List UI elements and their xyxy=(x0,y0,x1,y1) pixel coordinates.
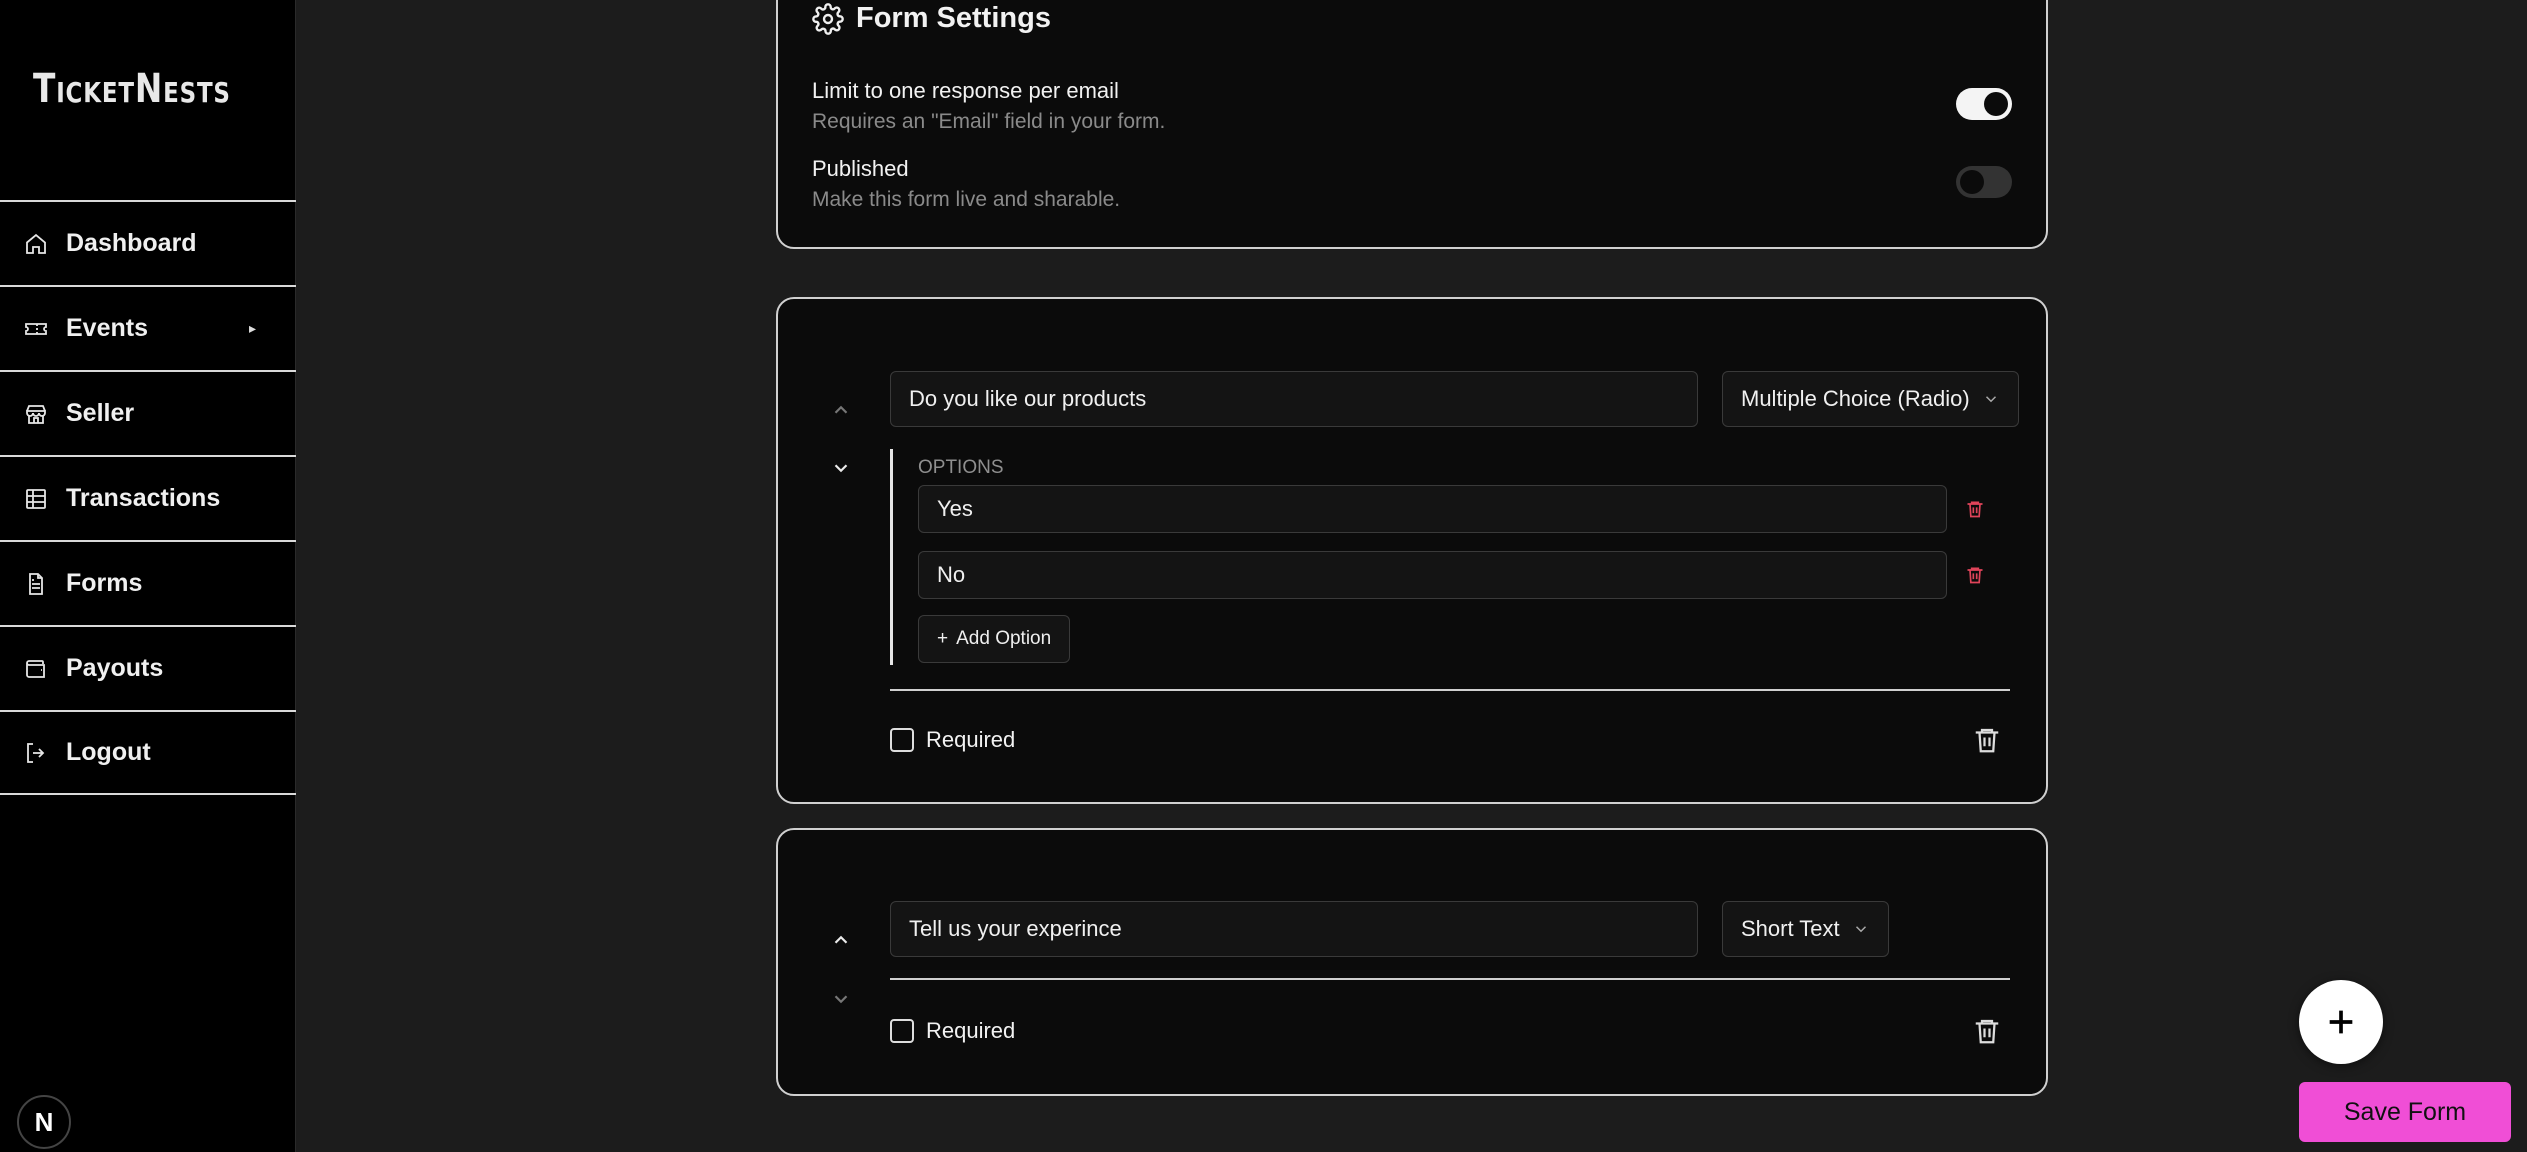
sidebar-item-label: Events xyxy=(66,314,148,342)
sidebar-item-label: Transactions xyxy=(66,484,221,512)
sidebar-item-label: Seller xyxy=(66,399,135,427)
sidebar-nav: Dashboard Events ▸ Seller Transactions F… xyxy=(0,200,296,795)
setting-label: Published xyxy=(812,156,909,181)
required-checkbox-row[interactable]: Required xyxy=(890,727,1015,753)
form-settings-card: Form Settings Limit to one response per … xyxy=(776,0,2048,249)
framework-badge[interactable]: N xyxy=(17,1095,71,1149)
question-divider xyxy=(890,978,2010,980)
options-heading: OPTIONS xyxy=(918,457,1004,478)
setting-published: Published Make this form live and sharab… xyxy=(812,156,1120,212)
setting-label: Limit to one response per email xyxy=(812,78,1119,103)
required-label: Required xyxy=(926,727,1016,752)
required-label: Required xyxy=(926,1018,1016,1043)
sidebar-item-payouts[interactable]: Payouts xyxy=(0,625,296,710)
form-settings-title: Form Settings xyxy=(856,2,1051,34)
sidebar-item-transactions[interactable]: Transactions xyxy=(0,455,296,540)
setting-description: Requires an "Email" field in your form. xyxy=(812,110,1166,133)
table-icon xyxy=(26,488,46,509)
question-type-select[interactable]: Short Text xyxy=(1722,901,1889,957)
question-type-value: Multiple Choice (Radio) xyxy=(1741,386,1970,411)
sidebar-item-label: Payouts xyxy=(66,654,164,682)
file-text-icon xyxy=(29,572,43,595)
move-down-chevron-icon[interactable] xyxy=(830,988,852,1010)
sidebar-item-events[interactable]: Events ▸ xyxy=(0,285,296,370)
option-input[interactable]: Yes xyxy=(918,485,1947,533)
required-checkbox[interactable] xyxy=(890,1019,914,1043)
wallet-icon xyxy=(26,659,45,678)
required-checkbox[interactable] xyxy=(890,728,914,752)
required-checkbox-row[interactable]: Required xyxy=(890,1018,1015,1044)
move-down-chevron-icon[interactable] xyxy=(830,457,852,479)
setting-limit-one-response: Limit to one response per email Requires… xyxy=(812,78,1165,134)
sidebar-item-forms[interactable]: Forms xyxy=(0,540,296,625)
question-card: Do you like our products Multiple Choice… xyxy=(776,297,2048,804)
home-icon xyxy=(26,233,46,254)
log-out-icon xyxy=(27,742,45,763)
sidebar-item-label: Logout xyxy=(66,738,151,766)
question-title-input[interactable]: Tell us your experince xyxy=(890,901,1698,957)
submenu-arrow-icon[interactable]: ▸ xyxy=(249,320,256,337)
sidebar-item-seller[interactable]: Seller xyxy=(0,370,296,455)
add-option-button[interactable]: + Add Option xyxy=(918,615,1071,663)
plus-icon xyxy=(2329,1010,2353,1034)
delete-question-trash-icon[interactable] xyxy=(1972,1016,2002,1046)
chevron-down-icon xyxy=(1855,926,1866,933)
move-up-chevron-icon[interactable] xyxy=(830,399,852,421)
sidebar: TicketNests Dashboard Events ▸ Seller Tr… xyxy=(0,0,296,1152)
question-title-input[interactable]: Do you like our products xyxy=(890,371,1698,427)
question-divider xyxy=(890,689,2010,691)
option-input[interactable]: No xyxy=(918,551,1947,599)
delete-option-trash-icon[interactable] xyxy=(1965,499,1985,519)
published-toggle[interactable] xyxy=(1956,166,2012,198)
question-type-value: Short Text xyxy=(1741,916,1840,941)
add-question-button[interactable] xyxy=(2299,980,2383,1064)
sidebar-item-label: Forms xyxy=(66,569,143,597)
form-settings-header: Form Settings xyxy=(812,2,1051,35)
sidebar-item-label: Dashboard xyxy=(66,229,197,257)
options-block: OPTIONS Yes No + Add Option xyxy=(890,449,2040,665)
gear-icon xyxy=(812,2,844,35)
sidebar-item-logout[interactable]: Logout xyxy=(0,710,296,795)
save-form-button[interactable]: Save Form xyxy=(2299,1082,2511,1142)
store-icon xyxy=(26,404,46,424)
question-card: Tell us your experince Short Text Requir… xyxy=(776,828,2048,1096)
move-up-chevron-icon[interactable] xyxy=(830,929,852,951)
setting-description: Make this form live and sharable. xyxy=(812,188,1121,211)
delete-option-trash-icon[interactable] xyxy=(1965,565,1985,585)
delete-question-trash-icon[interactable] xyxy=(1972,725,2002,755)
plus-icon: + xyxy=(937,628,949,649)
limit-one-response-toggle[interactable] xyxy=(1956,88,2012,120)
app-logo[interactable]: TicketNests xyxy=(33,66,231,122)
ticket-icon xyxy=(25,322,47,335)
sidebar-item-dashboard[interactable]: Dashboard xyxy=(0,200,296,285)
chevron-down-icon xyxy=(1985,396,1996,403)
add-option-label: Add Option xyxy=(956,628,1052,649)
question-type-select[interactable]: Multiple Choice (Radio) xyxy=(1722,371,2019,427)
